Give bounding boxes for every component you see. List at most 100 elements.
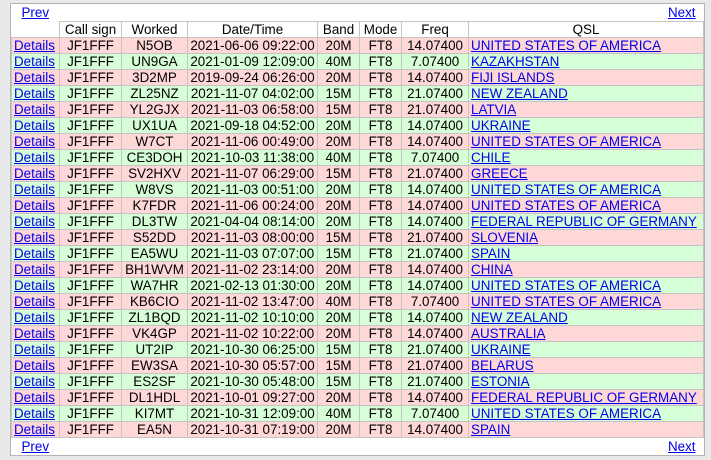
details-link[interactable]: Details xyxy=(14,183,55,197)
details-link[interactable]: Details xyxy=(14,135,55,149)
details-cell: Details xyxy=(11,101,60,118)
details-cell: Details xyxy=(11,261,60,278)
qsl-country-link[interactable]: UKRAINE xyxy=(471,119,531,133)
qsl-cell: FEDERAL REPUBLIC OF GERMANY xyxy=(468,389,704,406)
callsign-cell: JF1FFF xyxy=(59,117,122,134)
mode-cell: FT8 xyxy=(359,213,403,230)
details-cell: Details xyxy=(11,421,60,438)
prev-link[interactable]: Prev xyxy=(22,439,50,454)
qsl-cell: BELARUS xyxy=(468,357,704,374)
details-link[interactable]: Details xyxy=(14,87,55,101)
table-row: Details JF1FFF UN9GA 2021-01-09 12:09:00 40M… xyxy=(11,53,704,70)
qsl-country-link[interactable]: LATVIA xyxy=(471,103,516,117)
qsl-country-link[interactable]: UKRAINE xyxy=(471,343,531,357)
qsl-cell: GREECE xyxy=(468,165,704,182)
next-link[interactable]: Next xyxy=(668,439,696,454)
datetime-cell: 2021-10-30 05:48:00 xyxy=(186,373,319,390)
qsl-country-link[interactable]: SLOVENIA xyxy=(471,231,538,245)
details-cell: Details xyxy=(11,197,60,214)
qsl-country-link[interactable]: FIJI ISLANDS xyxy=(471,71,554,85)
callsign-cell: JF1FFF xyxy=(59,229,122,246)
worked-cell: DL3TW xyxy=(121,213,188,230)
details-link[interactable]: Details xyxy=(14,263,55,277)
details-link[interactable]: Details xyxy=(14,327,55,341)
qsl-country-link[interactable]: NEW ZEALAND xyxy=(471,87,568,101)
mode-cell: FT8 xyxy=(359,69,403,86)
freq-cell: 14.07400 xyxy=(401,309,470,326)
mode-cell: FT8 xyxy=(359,165,403,182)
datetime-cell: 2021-11-07 06:29:00 xyxy=(186,165,319,182)
worked-cell: EW3SA xyxy=(121,357,188,374)
qso-log-panel: Prev Next Call sign Worked Date/Time Ban… xyxy=(10,3,705,456)
header-blank xyxy=(11,21,60,38)
details-link[interactable]: Details xyxy=(14,423,55,437)
details-link[interactable]: Details xyxy=(14,199,55,213)
qsl-country-link[interactable]: UNITED STATES OF AMERICA xyxy=(471,183,661,197)
details-link[interactable]: Details xyxy=(14,119,55,133)
qsl-country-link[interactable]: NEW ZEALAND xyxy=(471,311,568,325)
qsl-country-link[interactable]: ESTONIA xyxy=(471,375,530,389)
details-cell: Details xyxy=(11,389,60,406)
details-link[interactable]: Details xyxy=(14,247,55,261)
details-link[interactable]: Details xyxy=(14,311,55,325)
details-link[interactable]: Details xyxy=(14,295,55,309)
mode-cell: FT8 xyxy=(359,421,403,438)
details-link[interactable]: Details xyxy=(14,103,55,117)
qsl-country-link[interactable]: UNITED STATES OF AMERICA xyxy=(471,279,661,293)
table-row: Details JF1FFF ES2SF 2021-10-30 05:48:00 15M… xyxy=(11,373,704,390)
details-link[interactable]: Details xyxy=(14,279,55,293)
qsl-country-link[interactable]: CHINA xyxy=(471,263,513,277)
header-worked: Worked xyxy=(121,21,188,38)
qsl-country-link[interactable]: BELARUS xyxy=(471,359,534,373)
qsl-country-link[interactable]: AUSTRALIA xyxy=(471,327,545,341)
qsl-cell: ESTONIA xyxy=(468,373,704,390)
qsl-country-link[interactable]: UNITED STATES OF AMERICA xyxy=(471,135,661,149)
details-cell: Details xyxy=(11,405,60,422)
details-link[interactable]: Details xyxy=(14,359,55,373)
details-cell: Details xyxy=(11,117,60,134)
mode-cell: FT8 xyxy=(359,405,403,422)
callsign-cell: JF1FFF xyxy=(59,165,122,182)
details-cell: Details xyxy=(11,357,60,374)
qsl-country-link[interactable]: SPAIN xyxy=(471,247,510,261)
mode-cell: FT8 xyxy=(359,181,403,198)
callsign-cell: JF1FFF xyxy=(59,261,122,278)
details-link[interactable]: Details xyxy=(14,71,55,85)
qsl-country-link[interactable]: UNITED STATES OF AMERICA xyxy=(471,199,661,213)
qsl-country-link[interactable]: KAZAKHSTAN xyxy=(471,55,559,69)
details-link[interactable]: Details xyxy=(14,167,55,181)
qsl-country-link[interactable]: FEDERAL REPUBLIC OF GERMANY xyxy=(471,215,697,229)
table-row: Details JF1FFF N5OB 2021-06-06 09:22:00 20M F… xyxy=(11,37,704,54)
datetime-cell: 2021-11-02 10:22:00 xyxy=(186,325,319,342)
mode-cell: FT8 xyxy=(359,309,403,326)
details-link[interactable]: Details xyxy=(14,375,55,389)
freq-cell: 14.07400 xyxy=(401,421,470,438)
qsl-country-link[interactable]: CHILE xyxy=(471,151,510,165)
details-link[interactable]: Details xyxy=(14,407,55,421)
table-row: Details JF1FFF EA5N 2021-10-31 07:19:00 20M F… xyxy=(11,421,704,438)
details-cell: Details xyxy=(11,165,60,182)
band-cell: 40M xyxy=(317,53,361,70)
details-link[interactable]: Details xyxy=(14,343,55,357)
qsl-country-link[interactable]: GREECE xyxy=(471,167,528,181)
qsl-country-link[interactable]: FEDERAL REPUBLIC OF GERMANY xyxy=(471,391,697,405)
details-link[interactable]: Details xyxy=(14,55,55,69)
details-link[interactable]: Details xyxy=(14,231,55,245)
details-link[interactable]: Details xyxy=(14,151,55,165)
qsl-country-link[interactable]: SPAIN xyxy=(471,423,510,437)
qsl-country-link[interactable]: UNITED STATES OF AMERICA xyxy=(471,39,661,53)
details-link[interactable]: Details xyxy=(14,39,55,53)
band-cell: 15M xyxy=(317,229,361,246)
details-cell: Details xyxy=(11,325,60,342)
next-link[interactable]: Next xyxy=(668,5,696,20)
callsign-cell: JF1FFF xyxy=(59,101,122,118)
qsl-cell: CHINA xyxy=(468,261,704,278)
details-link[interactable]: Details xyxy=(14,391,55,405)
worked-cell: KB6CIO xyxy=(121,293,188,310)
details-link[interactable]: Details xyxy=(14,215,55,229)
qsl-country-link[interactable]: UNITED STATES OF AMERICA xyxy=(471,295,661,309)
table-header: Call sign Worked Date/Time Band Mode Fre… xyxy=(11,21,704,38)
freq-cell: 14.07400 xyxy=(401,389,470,406)
qsl-country-link[interactable]: UNITED STATES OF AMERICA xyxy=(471,407,661,421)
prev-link[interactable]: Prev xyxy=(22,5,50,20)
